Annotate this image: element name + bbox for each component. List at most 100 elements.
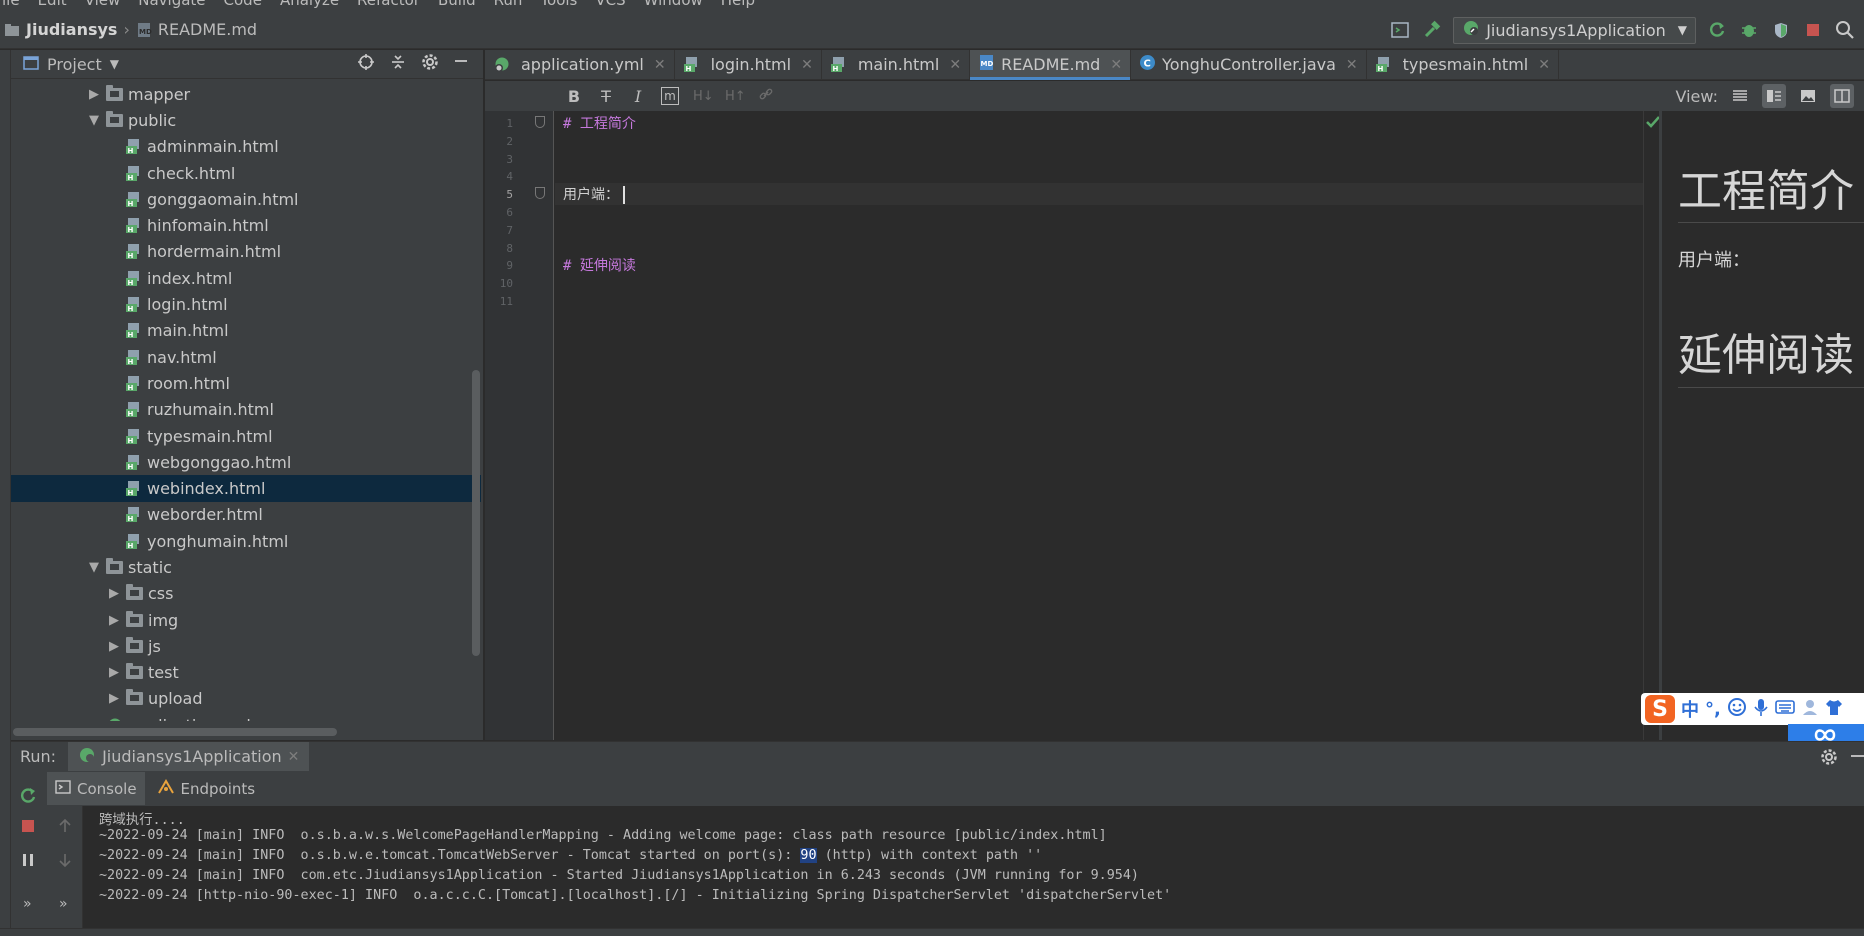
rerun-icon[interactable] [1706,19,1728,41]
endpoints-tab[interactable]: Endpoints [149,772,264,805]
menu-item[interactable]: Refactor [357,0,420,11]
strikethrough-icon[interactable]: T [597,87,615,106]
minimize-icon[interactable] [1850,748,1864,768]
split-view-icon[interactable] [1762,84,1786,108]
menu-item[interactable]: Analyze [280,0,339,11]
menu-item[interactable]: VCS [595,0,625,11]
tree-item[interactable]: Hroom.html [11,370,481,396]
tree-item[interactable]: ▶ test [11,660,481,686]
debug-bug-icon[interactable] [1738,19,1760,41]
editor-tab[interactable]: C YonghuController.java ✕ [1131,50,1367,79]
editor-scrollbar[interactable] [1643,111,1660,740]
minimize-icon[interactable] [453,53,469,75]
tree-item[interactable]: Hruzhumain.html [11,397,481,423]
search-icon[interactable] [1834,19,1856,41]
menu-item[interactable]: Build [438,0,476,11]
tree-item[interactable]: ▶ img [11,607,481,633]
menu-item[interactable]: Navigate [138,0,205,11]
close-icon[interactable]: ✕ [1346,57,1358,73]
chevron-right-icon[interactable]: ▶ [108,665,120,680]
chevron-down-icon[interactable]: ▼ [88,560,100,575]
tree-item[interactable]: Hindex.html [11,265,481,291]
project-view-selector[interactable]: Project [47,55,102,74]
chevron-right-icon[interactable]: ▶ [108,613,120,628]
layout-toggle-icon[interactable] [1830,84,1854,108]
tree-item[interactable]: Hhordermain.html [11,239,481,265]
tree-item[interactable]: Hcheck.html [11,160,481,186]
keyboard-icon[interactable] [1775,699,1795,720]
menu-item[interactable]: Window [644,0,703,11]
more-actions-icon[interactable]: » [23,896,32,912]
menu-item[interactable]: View [85,0,121,11]
breadcrumb-project[interactable]: Jiudiansys [26,20,117,39]
skin-shirt-icon[interactable] [1825,698,1843,721]
chevron-down-icon[interactable]: ▼ [88,113,100,128]
fold-marker-icon[interactable] [535,116,545,128]
close-icon[interactable]: ✕ [949,57,961,73]
header-up-icon[interactable]: H↑ [725,89,746,104]
tree-item[interactable]: ▶ js [11,633,481,659]
tree-item[interactable]: Hgonggaomain.html [11,186,481,212]
editor-tab[interactable]: Hlogin.html ✕ [675,50,822,79]
link-icon[interactable] [757,86,775,106]
menu-item[interactable]: Tools [540,0,577,11]
ime-toolbar[interactable]: S 中 °, [1641,693,1864,725]
ime-punctuation-toggle[interactable]: °, [1705,699,1721,720]
gear-icon[interactable] [421,53,439,75]
emoji-icon[interactable] [1727,697,1747,722]
bold-icon[interactable]: B [565,87,583,106]
tree-item[interactable]: Hwebgonggao.html [11,449,481,475]
close-icon[interactable]: ✕ [1110,57,1122,73]
terminal-window-icon[interactable] [1389,19,1411,41]
close-icon[interactable]: ✕ [801,57,813,73]
stop-icon[interactable] [1802,19,1824,41]
editor-tab[interactable]: Hmain.html ✕ [822,50,971,79]
editor-tab[interactable]: application.yml ✕ [485,50,675,79]
tree-item[interactable]: Hyonghumain.html [11,528,481,554]
tree-horizontal-scrollbar[interactable] [13,728,337,736]
close-icon[interactable]: ✕ [654,57,666,73]
tree-item[interactable]: ▶ mapper [11,81,481,107]
close-icon[interactable]: ✕ [1538,57,1550,73]
chevron-right-icon[interactable]: ▶ [108,639,120,654]
ime-logo[interactable]: S [1645,695,1675,723]
console-tab[interactable]: Console [47,772,145,805]
arrow-down-icon[interactable] [57,852,73,868]
menu-item[interactable]: Help [721,0,755,11]
menu-item[interactable]: ile [2,0,20,11]
tree-item[interactable]: Hhinfomain.html [11,212,481,238]
tree-item[interactable]: ▶ css [11,581,481,607]
chevron-down-icon[interactable]: ▼ [110,57,119,71]
run-session-tab[interactable]: Jiudiansys1Application ✕ [68,741,310,772]
run-configuration-select[interactable]: Jiudiansys1Application ▼ [1453,16,1696,44]
more-actions-icon[interactable]: » [59,896,68,912]
tree-item[interactable]: application.yml [11,712,481,721]
close-icon[interactable]: ✕ [288,749,300,765]
fold-marker-icon[interactable] [535,187,545,200]
tree-item[interactable]: Hadminmain.html [11,134,481,160]
rerun-icon[interactable] [18,786,38,806]
locate-file-icon[interactable] [357,53,375,75]
editor-tab[interactable]: Htypesmain.html ✕ [1367,50,1559,79]
tree-item[interactable]: Htypesmain.html [11,423,481,449]
ime-language-toggle[interactable]: 中 [1681,696,1699,722]
gear-icon[interactable] [1820,748,1838,770]
menu-item[interactable]: Run [494,0,523,11]
chevron-right-icon[interactable]: ▶ [88,87,100,102]
tree-item[interactable]: Hwebindex.html [11,475,481,502]
tree-item[interactable]: Hweborder.html [11,502,481,528]
header-icon[interactable]: H↓ [693,89,714,104]
arrow-up-icon[interactable] [57,818,73,834]
stop-icon[interactable] [20,818,36,834]
chevron-right-icon[interactable]: ▶ [108,586,120,601]
tree-item[interactable]: ▼ static [11,554,481,580]
editor-only-icon[interactable] [1728,84,1752,108]
menu-item[interactable]: Edit [38,0,67,11]
chevron-right-icon[interactable]: ▶ [108,691,120,706]
tree-item[interactable]: Hmain.html [11,318,481,344]
breadcrumb-file[interactable]: README.md [158,20,257,39]
user-icon[interactable] [1801,698,1819,721]
preview-only-icon[interactable] [1796,84,1820,108]
editor-tab[interactable]: MD README.md ✕ [970,50,1132,80]
collapse-all-icon[interactable] [389,53,407,75]
